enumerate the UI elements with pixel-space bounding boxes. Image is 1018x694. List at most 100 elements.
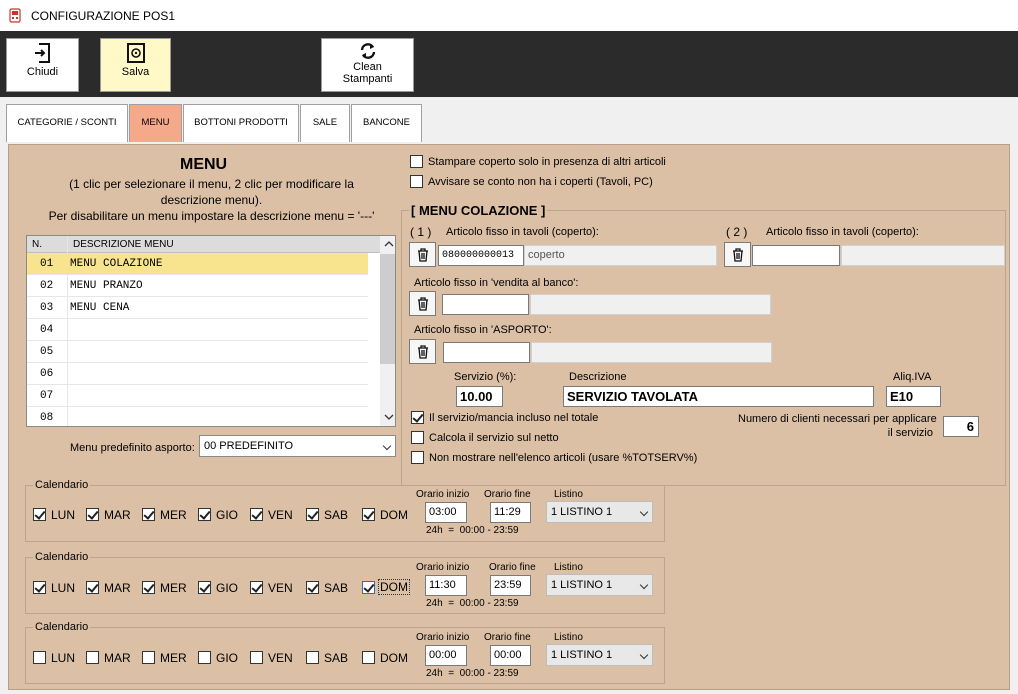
- calendar-3-start-label: Orario inizio: [416, 632, 470, 643]
- art-tavoli-2-code[interactable]: [752, 245, 840, 266]
- tab-sale[interactable]: SALE: [300, 104, 350, 142]
- stampare-coperto-checkbox[interactable]: [410, 155, 423, 168]
- clear-vendita-banco-button[interactable]: [409, 291, 436, 316]
- avvisare-conto-checkbox[interactable]: [410, 175, 423, 188]
- calendar-2-start-input[interactable]: 11:30: [425, 575, 467, 596]
- calendar-2-lun-label: LUN: [51, 581, 76, 595]
- calendar-2-mar-label: MAR: [104, 581, 131, 595]
- calendar-1-lun-label: LUN: [51, 508, 76, 522]
- calendar-1-dom-checkbox[interactable]: [362, 508, 375, 521]
- menu-hint-1: (1 clic per selezionare il menu, 2 clic …: [69, 177, 354, 191]
- calendar-1-mar-label: MAR: [104, 508, 131, 522]
- calendar-1-lun-checkbox[interactable]: [33, 508, 46, 521]
- calendar-2-listino-label: Listino: [554, 562, 583, 573]
- asporto-code[interactable]: [443, 342, 530, 363]
- calendar-2-dom-checkbox[interactable]: [362, 581, 375, 594]
- descrizione-input[interactable]: SERVIZIO TAVOLATA: [563, 386, 874, 407]
- tab-bancone[interactable]: BANCONE: [351, 104, 422, 142]
- calendar-3-gio-label: GIO: [216, 651, 239, 665]
- calendar-1-title: Calendario: [33, 479, 91, 491]
- toolbar: Chiudi Salva Clean Stampanti: [0, 31, 1018, 97]
- calendar-3-dom-checkbox[interactable]: [362, 651, 375, 664]
- list-scrollbar-thumb[interactable]: [380, 254, 395, 364]
- calendar-2-sab-checkbox[interactable]: [306, 581, 319, 594]
- calendar-3-start-input[interactable]: 00:00: [425, 645, 467, 666]
- descrizione-label: Descrizione: [569, 371, 627, 383]
- refresh-icon: [360, 43, 375, 59]
- calendar-3-mar-checkbox[interactable]: [86, 651, 99, 664]
- tab-bottoni-prodotti[interactable]: BOTTONI PRODOTTI: [183, 104, 299, 142]
- calendar-2-mar-checkbox[interactable]: [86, 581, 99, 594]
- clean-label-2: Stampanti: [342, 73, 393, 85]
- calendar-3-gio-checkbox[interactable]: [198, 651, 211, 664]
- list-item[interactable]: 04: [27, 319, 368, 341]
- servizio-incluso-checkbox[interactable]: [411, 411, 424, 424]
- chevron-down-icon: [639, 507, 649, 517]
- clear-asporto-button[interactable]: [409, 339, 436, 364]
- calendar-2-listino-select[interactable]: 1 LISTINO 1: [546, 574, 653, 596]
- app-icon: [9, 8, 21, 23]
- row-number: 06: [40, 368, 54, 380]
- scroll-up-icon[interactable]: [384, 240, 394, 248]
- avvisare-conto-label: Avvisare se conto non ha i coperti (Tavo…: [428, 176, 653, 188]
- trash-icon: [418, 248, 428, 262]
- vendita-banco-label: Articolo fisso in 'vendita al banco':: [414, 277, 579, 289]
- list-item[interactable]: 02 MENU PRANZO: [27, 275, 368, 297]
- row-description: MENU PRANZO: [70, 280, 143, 292]
- calendar-1-mar-checkbox[interactable]: [86, 508, 99, 521]
- calendar-3-ven-checkbox[interactable]: [250, 651, 263, 664]
- calendar-3-sab-checkbox[interactable]: [306, 651, 319, 664]
- non-mostrare-checkbox[interactable]: [411, 451, 424, 464]
- list-item[interactable]: 06: [27, 363, 368, 385]
- calendar-2-end-input[interactable]: 23:59: [490, 575, 531, 596]
- vendita-banco-code[interactable]: [442, 294, 529, 315]
- calendar-2-note: 24h = 00:00 - 23:59: [426, 598, 519, 609]
- iva-input[interactable]: E10: [886, 386, 941, 407]
- tab-menu[interactable]: MENU: [129, 104, 182, 142]
- list-item[interactable]: 08: [27, 407, 368, 426]
- calcola-netto-checkbox[interactable]: [411, 431, 424, 444]
- scroll-down-icon[interactable]: [384, 413, 394, 421]
- clienti-input[interactable]: 6: [943, 416, 979, 437]
- calendar-1-mer-checkbox[interactable]: [142, 508, 155, 521]
- num-2-label: ( 2 ): [726, 225, 748, 239]
- clienti-label-2: il servizio: [887, 427, 933, 439]
- save-label: Salva: [121, 66, 150, 78]
- chevron-down-icon: [639, 580, 649, 590]
- calendar-1-gio-checkbox[interactable]: [198, 508, 211, 521]
- calendar-1-start-input[interactable]: 03:00: [425, 502, 467, 523]
- calendar-2-ven-checkbox[interactable]: [250, 581, 263, 594]
- servizio-label: Servizio (%):: [454, 371, 517, 383]
- calendar-3-title: Calendario: [33, 621, 91, 633]
- save-button[interactable]: Salva: [100, 38, 171, 92]
- calendar-3-end-input[interactable]: 00:00: [490, 645, 531, 666]
- servizio-input[interactable]: 10.00: [456, 386, 503, 407]
- calendar-3-lun-checkbox[interactable]: [33, 651, 46, 664]
- calendar-3-sab-label: SAB: [324, 651, 349, 665]
- menu-list[interactable]: N. DESCRIZIONE MENU 01 MENU COLAZIONE 02 M…: [26, 235, 396, 427]
- calendar-2-mer-checkbox[interactable]: [142, 581, 155, 594]
- close-label: Chiudi: [26, 66, 59, 78]
- calendar-3-mer-checkbox[interactable]: [142, 651, 155, 664]
- calendar-2-lun-checkbox[interactable]: [33, 581, 46, 594]
- list-item[interactable]: 07: [27, 385, 368, 407]
- calendar-1-note: 24h = 00:00 - 23:59: [426, 525, 519, 536]
- art-tavoli-1-code[interactable]: 080000000013: [438, 245, 524, 266]
- default-menu-select[interactable]: 00 PREDEFINITO: [199, 435, 396, 457]
- list-item[interactable]: 03 MENU CENA: [27, 297, 368, 319]
- calendar-1-ven-checkbox[interactable]: [250, 508, 263, 521]
- list-item[interactable]: 01 MENU COLAZIONE: [27, 253, 368, 275]
- row-number: 02: [40, 280, 54, 292]
- list-item[interactable]: 05: [27, 341, 368, 363]
- calendar-1-listino-select[interactable]: 1 LISTINO 1: [546, 501, 653, 523]
- clear-art-tavoli-1-button[interactable]: [409, 242, 436, 267]
- calendar-3-listino-select[interactable]: 1 LISTINO 1: [546, 644, 653, 666]
- clear-art-tavoli-2-button[interactable]: [724, 242, 751, 267]
- clean-printers-button[interactable]: Clean Stampanti: [321, 38, 414, 92]
- close-button[interactable]: Chiudi: [6, 38, 79, 92]
- tab-categorie-sconti[interactable]: CATEGORIE / SCONTI: [6, 104, 128, 142]
- calendar-1-sab-checkbox[interactable]: [306, 508, 319, 521]
- calendar-2-gio-checkbox[interactable]: [198, 581, 211, 594]
- calendar-1-ven-label: VEN: [268, 508, 293, 522]
- calendar-1-end-input[interactable]: 11:29: [490, 502, 531, 523]
